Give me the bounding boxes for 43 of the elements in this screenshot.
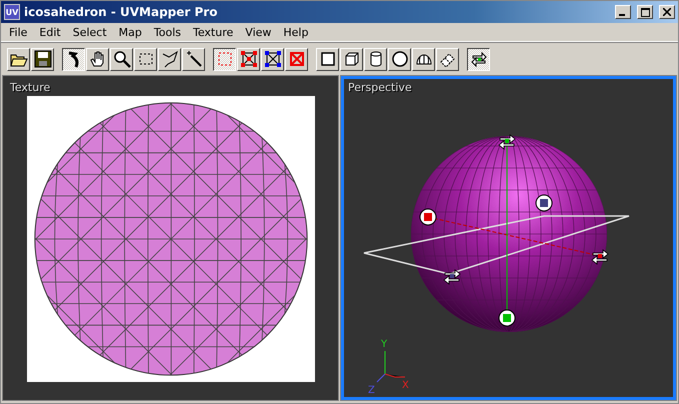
vertex-square-icon	[264, 50, 282, 68]
circle-icon	[390, 50, 408, 68]
lasso-icon	[160, 50, 178, 68]
swap-arrows-icon	[470, 50, 488, 68]
cube-icon	[342, 50, 360, 68]
axis-label: Y	[381, 340, 388, 350]
magnifier-icon	[112, 50, 130, 68]
hand-icon	[88, 50, 106, 68]
maximize-button[interactable]	[637, 5, 653, 19]
toolbar-button[interactable]	[213, 48, 236, 70]
rotate-handle-icon[interactable]	[420, 208, 436, 226]
menu-item[interactable]: View	[239, 26, 278, 38]
move-arrows-icon[interactable]	[443, 269, 461, 285]
wand-icon	[184, 50, 202, 68]
move-arrows-icon[interactable]	[591, 249, 609, 265]
vertex-square-icon	[240, 50, 258, 68]
dashed-rectangle-icon	[216, 50, 234, 68]
minimize-button[interactable]	[615, 5, 631, 19]
perspective-viewport[interactable]: Perspective X Y Z	[341, 76, 676, 400]
axis-label: X	[402, 381, 409, 391]
close-button[interactable]	[659, 5, 675, 19]
menu-item[interactable]: Edit	[33, 26, 67, 38]
close-icon	[663, 8, 671, 16]
menu-item[interactable]: Tools	[148, 26, 187, 38]
toolbar-button[interactable]	[62, 48, 85, 70]
menu-item[interactable]: File	[3, 26, 34, 38]
texture-viewport[interactable]: Texture	[3, 76, 338, 400]
viewport-label: Texture	[9, 80, 52, 96]
move-arrows-icon[interactable]	[498, 134, 516, 150]
menu-item[interactable]: Help	[277, 26, 314, 38]
viewport-label: Perspective	[347, 80, 413, 96]
rotate-handle-icon[interactable]	[536, 194, 552, 212]
menu-item[interactable]: Texture	[187, 26, 240, 38]
maximize-icon	[640, 8, 650, 16]
crossed-square-icon	[288, 50, 306, 68]
rotate-handle-icon[interactable]	[498, 310, 516, 326]
app-icon: UV	[4, 4, 20, 20]
axis-label: Z	[368, 386, 375, 396]
menu-item[interactable]: Select	[66, 26, 113, 38]
menu-item[interactable]: Map	[112, 26, 148, 38]
square-icon	[318, 50, 336, 68]
window-title: icosahedron - UVMapper Pro	[24, 5, 218, 19]
toolbar-button[interactable]	[467, 48, 490, 70]
